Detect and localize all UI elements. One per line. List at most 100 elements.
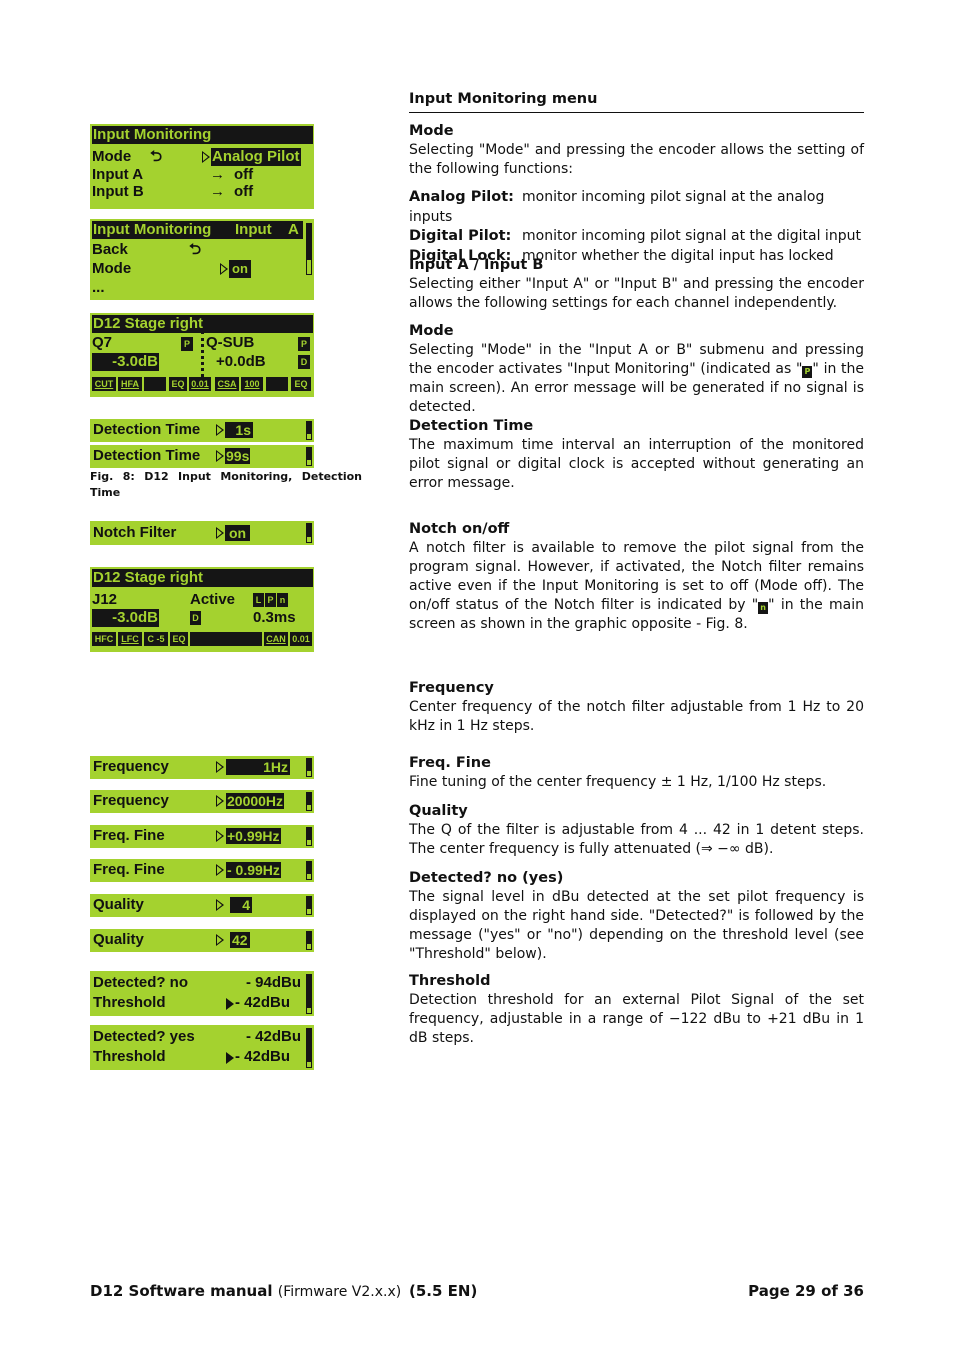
lcd-label: Quality xyxy=(93,931,144,948)
figure-caption: Fig. 8: D12 Input Monitoring, Detection … xyxy=(90,470,362,499)
lcd-value: 20000Hz xyxy=(226,793,285,809)
tag-lfc: LFC xyxy=(118,632,142,646)
lcd-value: 99s xyxy=(225,448,251,464)
footer-version: (5.5 EN) xyxy=(409,1282,478,1300)
section-notch: Notch on/off A notch filter is available… xyxy=(409,520,864,634)
lcd-label: Input A xyxy=(92,166,144,183)
scrollbar[interactable] xyxy=(306,974,312,1014)
channel-left-name: Q7 xyxy=(92,334,113,351)
back-arrow-icon: ⮌ xyxy=(189,241,202,258)
lcd-label: ... xyxy=(92,279,105,296)
lcd-row-input-a[interactable]: Input A → off xyxy=(92,166,312,184)
channel-right-gain: +0.0dB xyxy=(216,353,266,370)
flag-limiter: L xyxy=(253,593,264,607)
lcd-title-right: Input xyxy=(235,221,272,238)
lcd-param-frequency-min: Frequency 1Hz xyxy=(90,756,314,779)
tag-delay: 0.01 xyxy=(189,377,211,391)
lcd-value: - 94dBu xyxy=(246,974,302,991)
lcd-label: Mode xyxy=(92,148,132,165)
tag-empty xyxy=(190,632,262,646)
section-detected: Detected? no (yes) The signal level in d… xyxy=(409,869,864,964)
text-part: Selecting "Mode" in the "Input A or B" s… xyxy=(409,342,864,377)
lcd-row-back[interactable]: Back ⮌ xyxy=(92,241,201,259)
pilot-flag: P xyxy=(181,337,193,351)
lcd-label: Threshold xyxy=(93,1048,166,1065)
scrollbar[interactable] xyxy=(306,792,312,811)
digital-flag: D xyxy=(190,611,201,625)
lcd-value: - 0.99Hz xyxy=(226,862,281,878)
tag-delay: 0.01 xyxy=(290,632,312,646)
selector-triangle-icon xyxy=(226,1052,234,1064)
scrollbar[interactable] xyxy=(306,758,312,777)
channel-status: Active xyxy=(190,591,236,608)
lcd-value: off xyxy=(234,166,254,183)
lcd-channel: A xyxy=(288,221,299,238)
selector-triangle-icon xyxy=(216,795,224,807)
heading-mode-submenu: Mode xyxy=(409,323,454,339)
channel-delay: 0.3ms xyxy=(253,609,296,626)
scrollbar[interactable] xyxy=(306,447,312,466)
section-threshold: Threshold Detection threshold for an ext… xyxy=(409,972,864,1048)
lcd-detected-yes: Detected? yes - 42dBu Threshold - 42dBu xyxy=(90,1025,314,1070)
section-mode: Mode Selecting "Mode" and pressing the e… xyxy=(409,122,864,179)
lcd-row-more[interactable]: ... xyxy=(92,279,105,297)
scrollbar[interactable] xyxy=(306,827,312,846)
scrollbar[interactable] xyxy=(306,1028,312,1068)
paragraph-frequency: Center frequency of the notch filter adj… xyxy=(409,699,864,734)
lcd-param-quality-max: Quality 42 xyxy=(90,929,314,952)
lcd-label: Frequency xyxy=(93,758,169,775)
section-mode-submenu: Mode Selecting "Mode" in the "Input A or… xyxy=(409,322,864,417)
pilot-flag: P xyxy=(298,337,310,351)
function-desc: monitor incoming pilot signal at the dig… xyxy=(522,228,861,244)
tag-eq: EQ xyxy=(170,632,188,646)
lcd-title: Input Monitoring xyxy=(92,126,313,144)
selector-triangle-icon xyxy=(220,263,228,275)
lcd-label: Mode xyxy=(92,260,132,277)
lcd-value: on xyxy=(225,525,251,541)
tag-empty xyxy=(144,377,166,391)
lcd-label: Notch Filter xyxy=(93,524,177,541)
scrollbar[interactable] xyxy=(306,223,312,275)
lcd-row-input-b[interactable]: Input B → off xyxy=(92,183,312,201)
lcd-value: +0.99Hz xyxy=(226,828,281,844)
scrollbar[interactable] xyxy=(306,861,312,880)
lcd-title-text: Input Monitoring xyxy=(93,221,212,238)
selector-triangle-icon xyxy=(216,424,224,436)
lcd-value: - 42dBu xyxy=(235,994,291,1011)
section-freq-fine: Freq. Fine Fine tuning of the center fre… xyxy=(409,754,864,792)
paragraph-mode: Selecting "Mode" and pressing the encode… xyxy=(409,142,864,177)
lcd-label: Quality xyxy=(93,896,144,913)
section-detection-time: Detection Time The maximum time interval… xyxy=(409,417,864,493)
lcd-notch-filter: Notch Filter on xyxy=(90,521,314,545)
lcd-title: Input Monitoring Input A xyxy=(92,221,303,239)
lcd-row-mode[interactable]: Mode on xyxy=(92,260,292,278)
scrollbar[interactable] xyxy=(306,523,312,543)
lcd-label: Input B xyxy=(92,183,144,200)
lcd-row-mode[interactable]: Mode ⮌ Analog Pilot xyxy=(92,148,312,166)
lcd-value: 1Hz xyxy=(226,759,290,775)
lcd-value: - 42dBu xyxy=(246,1028,302,1045)
tag-100: 100 xyxy=(241,377,263,391)
paragraph-threshold: Detection threshold for an external Pilo… xyxy=(409,992,864,1046)
lcd-label: Freq. Fine xyxy=(93,861,165,878)
heading-quality: Quality xyxy=(409,803,468,819)
selector-triangle-icon xyxy=(216,934,224,946)
tag-hfc: HFC xyxy=(92,632,116,646)
channel-left-gain: -3.0dB xyxy=(92,353,159,371)
heading-input-ab: Input A / Input B xyxy=(409,257,544,273)
lcd-value: Analog Pilot xyxy=(211,148,301,166)
footer-manual-title: D12 Software manual xyxy=(90,1282,273,1300)
function-key: Analog Pilot: xyxy=(409,189,514,205)
lcd-label: Freq. Fine xyxy=(93,827,165,844)
lcd-label: Threshold xyxy=(93,994,166,1011)
tag-hfa: HFA xyxy=(118,377,142,391)
lcd-param-quality-min: Quality 4 xyxy=(90,894,314,917)
tag-cut: CUT xyxy=(92,377,116,391)
scrollbar[interactable] xyxy=(306,931,312,950)
arrow-right-icon: → xyxy=(210,166,225,183)
channel-gain: -3.0dB xyxy=(92,609,159,627)
footer-title: D12 Software manual (Firmware V2.x.x) xyxy=(90,1282,401,1300)
scrollbar[interactable] xyxy=(306,896,312,915)
selector-triangle-icon xyxy=(202,151,210,163)
scrollbar[interactable] xyxy=(306,421,312,440)
